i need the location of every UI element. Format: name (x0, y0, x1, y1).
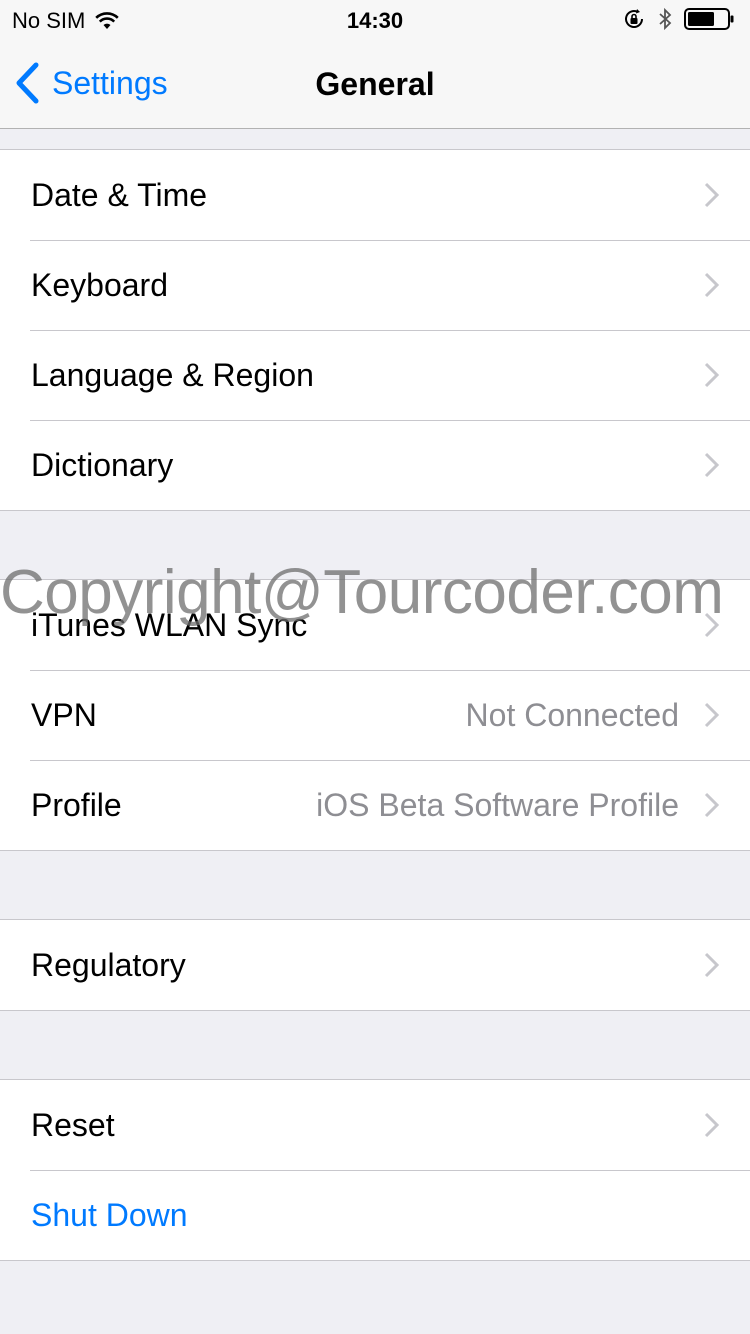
row-vpn[interactable]: VPN Not Connected (0, 670, 750, 760)
row-language-region[interactable]: Language & Region (0, 330, 750, 420)
chevron-right-icon (704, 272, 720, 298)
settings-group-1: Date & Time Keyboard Language & Region D… (0, 149, 750, 511)
row-label: Profile (31, 787, 122, 823)
row-label: Regulatory (31, 947, 186, 983)
row-label: VPN (31, 697, 97, 733)
chevron-right-icon (704, 452, 720, 478)
row-label: Date & Time (31, 177, 208, 213)
row-regulatory[interactable]: Regulatory (0, 920, 750, 1010)
row-itunes-wlan-sync[interactable]: iTunes WLAN Sync (0, 580, 750, 670)
chevron-right-icon (704, 702, 720, 728)
row-label: iTunes WLAN Sync (31, 607, 308, 643)
row-date-time[interactable]: Date & Time (0, 150, 750, 240)
chevron-right-icon (704, 612, 720, 638)
settings-group-3: Regulatory (0, 919, 750, 1011)
chevron-right-icon (704, 792, 720, 818)
row-value: Not Connected (465, 697, 679, 733)
status-right (622, 7, 736, 31)
shut-down-button: Shut Down (31, 1197, 188, 1233)
status-bar: No SIM 14:30 (0, 0, 750, 40)
row-profile[interactable]: Profile iOS Beta Software Profile (0, 760, 750, 850)
battery-icon (684, 8, 734, 30)
row-label: Keyboard (31, 267, 168, 303)
chevron-right-icon (704, 182, 720, 208)
row-label: Reset (31, 1107, 115, 1143)
settings-group-2: iTunes WLAN Sync VPN Not Connected Profi… (0, 579, 750, 851)
settings-group-4: Reset Shut Down (0, 1079, 750, 1261)
orientation-lock-icon (625, 9, 643, 28)
row-label: Language & Region (31, 357, 314, 393)
navigation-bar: Settings General (0, 40, 750, 129)
page-title: General (315, 66, 435, 102)
chevron-right-icon (704, 1112, 720, 1138)
chevron-right-icon (704, 362, 720, 388)
chevron-right-icon (704, 952, 720, 978)
row-keyboard[interactable]: Keyboard (0, 240, 750, 330)
bluetooth-icon (659, 7, 672, 31)
row-dictionary[interactable]: Dictionary (0, 420, 750, 510)
row-label: Dictionary (31, 447, 174, 483)
row-reset[interactable]: Reset (0, 1080, 750, 1170)
row-shut-down[interactable]: Shut Down (0, 1170, 750, 1260)
row-value: iOS Beta Software Profile (316, 787, 679, 823)
